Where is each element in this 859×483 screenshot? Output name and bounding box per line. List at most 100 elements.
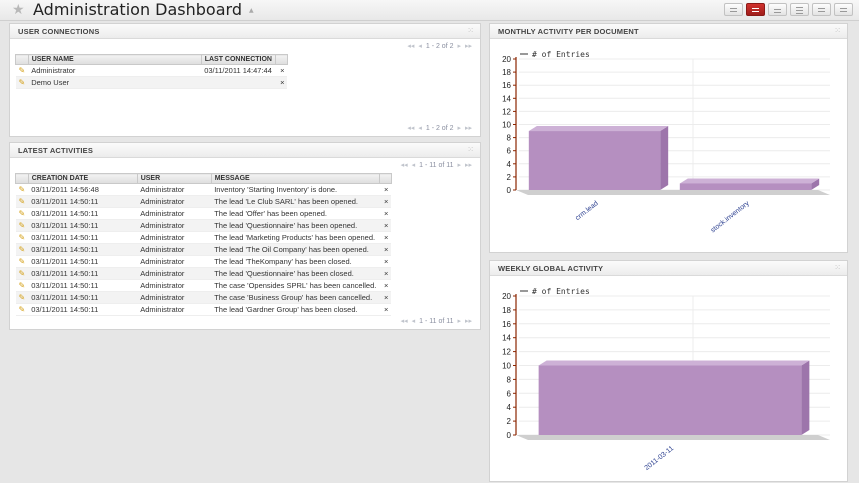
edit-pencil-icon[interactable]: ✎ — [19, 221, 26, 230]
layout-graph-icon[interactable] — [768, 3, 787, 16]
table-row[interactable]: ✎ 03/11/2011 14:50:11 Administrator The lea… — [15, 243, 392, 256]
chart-floor — [516, 190, 830, 195]
table-row[interactable]: ✎ 03/11/2011 14:50:11 Administrator The lea… — [15, 195, 392, 208]
column-header-creation-date[interactable]: CREATION DATE — [27, 173, 138, 184]
monthly-activity-panel: MONTHLY ACTIVITY PER DOCUMENT ⁙ 0 2 4 6 8 10 1… — [489, 23, 848, 253]
layout-three-columns-icon[interactable] — [834, 3, 853, 16]
cell-last-connection: 03/11/2011 14:47:44 — [201, 64, 276, 77]
bar-side — [801, 360, 810, 435]
layout-one-column-icon[interactable] — [724, 3, 743, 16]
first-page-icon[interactable]: ◂◂ — [407, 125, 414, 132]
cell-message: The lead 'Questionnaire' has been closed… — [211, 267, 380, 280]
first-page-icon[interactable]: ◂◂ — [401, 162, 408, 169]
first-page-icon[interactable]: ◂◂ — [401, 318, 408, 325]
cell-user: Administrator — [137, 291, 212, 304]
monthly-activity-header: MONTHLY ACTIVITY PER DOCUMENT ⁙ — [490, 24, 847, 39]
table-row[interactable]: ✎ 03/11/2011 14:50:11 Administrator The lea… — [15, 267, 392, 280]
y-tick-label: 16 — [502, 81, 511, 90]
panel-fold-icon[interactable]: ⁙ — [834, 263, 841, 272]
delete-row-icon[interactable]: × — [379, 279, 392, 292]
delete-row-icon[interactable]: × — [275, 76, 288, 89]
cell-creation-date: 03/11/2011 14:50:11 — [28, 279, 138, 292]
cell-user: Administrator — [137, 303, 212, 316]
prev-page-icon[interactable]: ◂ — [418, 43, 422, 50]
next-page-icon[interactable]: ▸ — [457, 162, 461, 169]
table-row[interactable]: ✎ 03/11/2011 14:50:11 Administrator The lea… — [15, 255, 392, 268]
first-page-icon[interactable]: ◂◂ — [407, 43, 414, 50]
edit-pencil-icon[interactable]: ✎ — [19, 66, 26, 75]
edit-pencil-icon[interactable]: ✎ — [19, 209, 26, 218]
column-header-user[interactable]: USER — [136, 173, 212, 184]
table-row[interactable]: ✎ 03/11/2011 14:50:11 Administrator The cas… — [15, 291, 392, 304]
category-label: 2011-03-11 — [644, 445, 676, 472]
table-row[interactable]: ✎ 03/11/2011 14:50:11 Administrator The lea… — [15, 207, 392, 220]
y-tick-label: 6 — [507, 147, 512, 156]
next-page-icon[interactable]: ▸ — [457, 43, 461, 50]
table-row[interactable]: ✎ Administrator 03/11/2011 14:47:44 × — [15, 64, 288, 77]
column-header-last-connection[interactable]: LAST CONNECTION — [200, 54, 276, 65]
edit-pencil-icon[interactable]: ✎ — [19, 233, 26, 242]
delete-row-icon[interactable]: × — [379, 231, 392, 244]
last-page-icon[interactable]: ▸▸ — [465, 318, 472, 325]
title-dropdown-icon[interactable]: ▲ — [249, 7, 254, 14]
edit-pencil-icon[interactable]: ✎ — [19, 305, 26, 314]
column-header-user-name[interactable]: USER NAME — [27, 54, 202, 65]
next-page-icon[interactable]: ▸ — [457, 318, 461, 325]
prev-page-icon[interactable]: ◂ — [412, 162, 416, 169]
edit-pencil-icon[interactable]: ✎ — [19, 78, 26, 87]
delete-row-icon[interactable]: × — [379, 303, 392, 316]
edit-pencil-icon[interactable]: ✎ — [19, 269, 26, 278]
layout-two-columns-icon[interactable] — [746, 3, 765, 16]
panel-fold-icon[interactable]: ⁙ — [467, 145, 474, 154]
y-tick-label: 6 — [507, 389, 512, 398]
cell-message: The case 'Opensides SPRL' has been cance… — [211, 279, 380, 292]
panel-fold-icon[interactable]: ⁙ — [834, 26, 841, 35]
edit-pencil-icon[interactable]: ✎ — [19, 257, 26, 266]
layout-filter-icon[interactable] — [812, 3, 831, 16]
y-tick-label: 12 — [502, 348, 511, 357]
panel-fold-icon[interactable]: ⁙ — [467, 26, 474, 35]
table-row[interactable]: ✎ Demo User × — [15, 76, 288, 89]
favorite-star-icon[interactable]: ★ — [12, 2, 25, 18]
y-tick-label: 18 — [502, 306, 511, 315]
cell-message: The lead 'Marketing Products' has been o… — [211, 231, 380, 244]
last-page-icon[interactable]: ▸▸ — [465, 125, 472, 132]
last-page-icon[interactable]: ▸▸ — [465, 43, 472, 50]
weekly-activity-panel: WEEKLY GLOBAL ACTIVITY ⁙ 0 2 4 6 8 10 12 14 16 18… — [489, 260, 848, 482]
cell-user: Administrator — [137, 183, 212, 196]
y-tick-label: 0 — [507, 431, 512, 440]
table-row[interactable]: ✎ 03/11/2011 14:50:11 Administrator The lea… — [15, 219, 392, 232]
table-row[interactable]: ✎ 03/11/2011 14:50:11 Administrator The lea… — [15, 231, 392, 244]
table-row[interactable]: ✎ 03/11/2011 14:50:11 Administrator The lea… — [15, 303, 392, 316]
last-page-icon[interactable]: ▸▸ — [465, 162, 472, 169]
edit-pencil-icon[interactable]: ✎ — [19, 245, 26, 254]
bar — [528, 131, 661, 190]
delete-row-icon[interactable]: × — [379, 183, 392, 196]
pager-bottom: ◂◂ ◂ 1 - 2 of 2 ▸ ▸▸ — [405, 124, 474, 132]
delete-row-icon[interactable]: × — [379, 243, 392, 256]
prev-page-icon[interactable]: ◂ — [412, 318, 416, 325]
delete-row-icon[interactable]: × — [379, 291, 392, 304]
prev-page-icon[interactable]: ◂ — [418, 125, 422, 132]
edit-pencil-icon[interactable]: ✎ — [19, 293, 26, 302]
layout-list-icon[interactable] — [790, 3, 809, 16]
bar-top — [528, 126, 669, 132]
y-tick-label: 14 — [502, 94, 511, 103]
delete-row-icon[interactable]: × — [379, 195, 392, 208]
column-header-message[interactable]: MESSAGE — [210, 173, 380, 184]
delete-row-icon[interactable]: × — [379, 219, 392, 232]
table-row[interactable]: ✎ 03/11/2011 14:56:48 Administrator Invento… — [15, 183, 392, 196]
delete-row-icon[interactable]: × — [379, 255, 392, 268]
delete-row-icon[interactable]: × — [379, 207, 392, 220]
edit-pencil-icon[interactable]: ✎ — [19, 281, 26, 290]
edit-pencil-icon[interactable]: ✎ — [19, 197, 26, 206]
y-tick-label: 0 — [507, 186, 512, 195]
cell-last-connection — [201, 76, 276, 89]
delete-row-icon[interactable]: × — [275, 64, 288, 77]
next-page-icon[interactable]: ▸ — [457, 125, 461, 132]
cell-user: Administrator — [137, 243, 212, 256]
delete-row-icon[interactable]: × — [379, 267, 392, 280]
edit-pencil-icon[interactable]: ✎ — [19, 185, 26, 194]
table-row[interactable]: ✎ 03/11/2011 14:50:11 Administrator The cas… — [15, 279, 392, 292]
y-tick-label: 20 — [502, 55, 511, 64]
